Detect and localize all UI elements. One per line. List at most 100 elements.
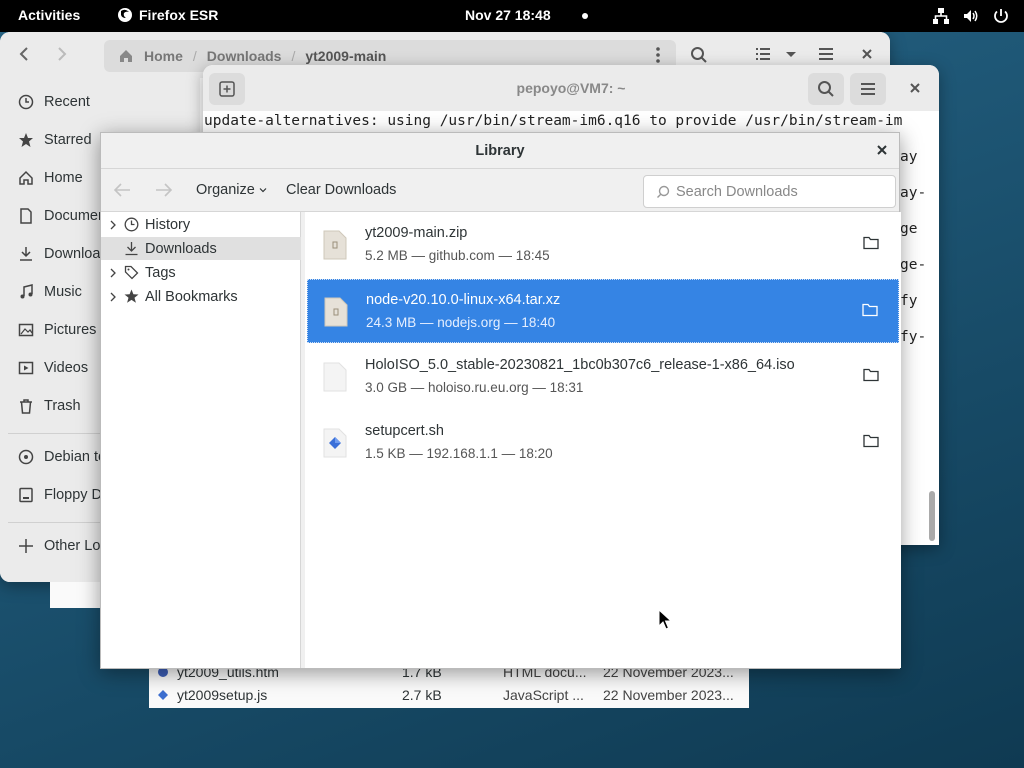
tree-item-downloads[interactable]: Downloads xyxy=(101,237,301,260)
sidebar-item-other-locations[interactable]: Other Lo xyxy=(18,538,100,554)
system-status-area[interactable] xyxy=(932,7,1010,25)
path-separator: / xyxy=(291,48,296,64)
library-tree: History Downloads Tags All Bookmarks xyxy=(101,212,301,668)
power-icon xyxy=(992,7,1010,25)
path-current[interactable]: yt2009-main xyxy=(305,48,386,64)
sidebar-item-debian[interactable]: Debian te xyxy=(18,449,106,465)
forward-button[interactable] xyxy=(56,46,68,62)
download-item[interactable]: node-v20.10.0-linux-x64.tar.xz 24.3 MB —… xyxy=(307,279,899,343)
download-item[interactable]: setupcert.sh 1.5 KB — 192.168.1.1 — 18:2… xyxy=(307,411,899,475)
chevron-right-icon[interactable] xyxy=(109,292,117,302)
close-icon[interactable] xyxy=(861,46,873,62)
sidebar-item-label: Downloa xyxy=(44,246,101,262)
tree-item-label: History xyxy=(145,216,191,233)
search-icon[interactable] xyxy=(690,46,708,64)
sidebar-item-label: Videos xyxy=(44,360,89,376)
back-button[interactable] xyxy=(18,46,30,62)
terminal-menu-button[interactable] xyxy=(850,73,886,105)
sidebar-item-label: Other Lo xyxy=(44,538,101,554)
download-meta: 24.3 MB — nodejs.org — 18:40 xyxy=(366,315,556,330)
sidebar-item-recent[interactable]: Recent xyxy=(18,94,90,110)
search-placeholder: Search Downloads xyxy=(676,183,798,200)
download-name: yt2009-main.zip xyxy=(365,225,468,241)
library-window: Library Organize Clear Downloads Search … xyxy=(100,132,901,669)
open-folder-icon[interactable] xyxy=(863,368,879,382)
path-menu-icon[interactable] xyxy=(655,46,661,64)
table-row[interactable]: yt2009setup.js 2.7 kB JavaScript ... 22 … xyxy=(149,683,749,707)
mouse-cursor-icon xyxy=(658,609,672,631)
download-name: HoloISO_5.0_stable-20230821_1bc0b307c6_r… xyxy=(365,357,795,373)
path-separator: / xyxy=(192,48,197,64)
app-menu[interactable]: Firefox ESR xyxy=(117,7,218,23)
sidebar-item-label: Trash xyxy=(44,398,81,414)
star-icon xyxy=(18,132,34,148)
organize-button[interactable]: Organize xyxy=(196,182,268,198)
view-options-chevron-icon[interactable] xyxy=(785,46,797,62)
tag-icon xyxy=(124,265,139,280)
terminal-line: ge xyxy=(900,221,918,237)
tree-item-label: All Bookmarks xyxy=(145,288,238,305)
sidebar-item-home[interactable]: Home xyxy=(18,170,83,186)
terminal-line: ay- xyxy=(900,185,927,201)
tree-item-tags[interactable]: Tags xyxy=(101,261,301,284)
trash-icon xyxy=(18,398,34,414)
sidebar-item-label: Floppy D xyxy=(44,487,103,503)
tree-item-label: Tags xyxy=(145,264,176,281)
download-name: setupcert.sh xyxy=(365,423,444,439)
clock-icon xyxy=(18,94,34,110)
close-icon[interactable] xyxy=(875,142,889,158)
clock[interactable]: Nov 27 18:48 xyxy=(465,7,551,23)
sidebar-item-starred[interactable]: Starred xyxy=(18,132,92,148)
download-item[interactable]: HoloISO_5.0_stable-20230821_1bc0b307c6_r… xyxy=(307,345,899,409)
search-icon xyxy=(656,185,670,199)
home-icon xyxy=(18,170,34,186)
file-size: 2.7 kB xyxy=(402,687,442,703)
document-icon xyxy=(18,208,34,224)
sidebar-item-pictures[interactable]: Pictures xyxy=(18,322,96,338)
star-icon xyxy=(124,289,139,304)
app-name: Firefox ESR xyxy=(139,7,219,23)
open-folder-icon[interactable] xyxy=(863,236,879,250)
close-icon[interactable] xyxy=(909,80,921,96)
chevron-right-icon[interactable] xyxy=(109,220,117,230)
forward-arrow-icon[interactable] xyxy=(153,181,175,199)
tree-item-all-bookmarks[interactable]: All Bookmarks xyxy=(101,285,301,308)
sidebar-item-trash[interactable]: Trash xyxy=(18,398,81,414)
open-folder-icon[interactable] xyxy=(862,303,878,317)
files-window-bottom xyxy=(50,582,100,608)
terminal-line: ay xyxy=(900,149,918,165)
download-item[interactable]: yt2009-main.zip 5.2 MB — github.com — 18… xyxy=(307,213,899,277)
hamburger-menu-icon[interactable] xyxy=(818,46,834,62)
sidebar-item-floppy[interactable]: Floppy D xyxy=(18,487,102,503)
disc-icon xyxy=(18,449,34,465)
download-meta: 5.2 MB — github.com — 18:45 xyxy=(365,248,550,263)
chevron-right-icon[interactable] xyxy=(109,268,117,278)
terminal-scrollbar[interactable] xyxy=(929,491,935,541)
video-icon xyxy=(18,360,34,376)
clear-downloads-button[interactable]: Clear Downloads xyxy=(286,182,396,198)
picture-icon xyxy=(18,322,34,338)
download-icon xyxy=(18,246,34,262)
back-arrow-icon[interactable] xyxy=(111,181,133,199)
terminal-line: ge- xyxy=(900,257,927,273)
plus-icon xyxy=(18,538,34,554)
path-downloads[interactable]: Downloads xyxy=(207,48,282,64)
path-home[interactable]: Home xyxy=(144,48,183,64)
top-bar: Activities Firefox ESR Nov 27 18:48 xyxy=(0,0,1024,32)
list-view-icon[interactable] xyxy=(755,46,771,62)
script-file-icon xyxy=(157,689,169,701)
terminal-search-button[interactable] xyxy=(808,73,844,105)
download-meta: 3.0 GB — holoiso.ru.eu.org — 18:31 xyxy=(365,380,584,395)
sidebar-item-downloads[interactable]: Downloa xyxy=(18,246,100,262)
search-downloads-input[interactable]: Search Downloads xyxy=(643,175,896,208)
sidebar-item-videos[interactable]: Videos xyxy=(18,360,88,376)
library-title: Library xyxy=(475,143,525,159)
open-folder-icon[interactable] xyxy=(863,434,879,448)
disc-image-file-icon xyxy=(323,362,347,392)
firefox-icon xyxy=(117,7,133,23)
sidebar-item-music[interactable]: Music xyxy=(18,284,82,300)
tree-item-history[interactable]: History xyxy=(101,213,301,236)
activities-button[interactable]: Activities xyxy=(18,7,80,23)
download-name: node-v20.10.0-linux-x64.tar.xz xyxy=(366,292,561,308)
sidebar-item-documents[interactable]: Documen xyxy=(18,208,106,224)
